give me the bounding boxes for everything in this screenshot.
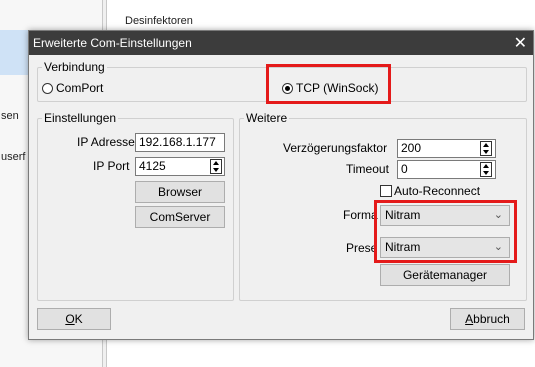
radio-tcp-winsock[interactable]: TCP (WinSock): [282, 81, 378, 95]
delay-factor-stepper[interactable]: [480, 141, 492, 156]
com-settings-dialog: Erweiterte Com-Einstellungen ✕ Verbindun…: [28, 30, 534, 340]
background-text-fragment-2: userf: [1, 151, 26, 163]
auto-reconnect-box[interactable]: [380, 185, 392, 197]
spin-down-icon[interactable]: [213, 168, 219, 172]
dialog-title: Erweiterte Com-Einstellungen: [33, 36, 192, 50]
preset-select[interactable]: Nitram ⌄: [380, 237, 510, 258]
delay-factor-label: Verzögerungsfaktor: [283, 141, 388, 155]
format-select-value: Nitram: [385, 208, 421, 222]
preset-label: Prese: [346, 241, 378, 255]
preset-select-value: Nitram: [385, 240, 421, 254]
radio-comport-indicator[interactable]: [42, 82, 53, 94]
ip-port-stepper[interactable]: [210, 159, 222, 174]
radio-tcp-label: TCP (WinSock): [296, 81, 379, 95]
ip-address-input[interactable]: 192.168.1.177: [135, 133, 225, 152]
radio-tcp-indicator[interactable]: [282, 82, 293, 94]
spin-up-icon[interactable]: [483, 164, 489, 168]
radio-comport[interactable]: ComPort: [42, 81, 103, 95]
einstellungen-legend: Einstellungen: [44, 111, 117, 125]
geraetemanager-button[interactable]: Gerätemanager: [380, 264, 510, 286]
radio-comport-label: ComPort: [56, 81, 104, 95]
dialog-titlebar[interactable]: Erweiterte Com-Einstellungen ✕: [29, 31, 533, 55]
abbruch-button-label: bbruch: [473, 312, 510, 326]
weitere-legend: Weitere: [246, 111, 288, 125]
ok-button-label: K: [74, 312, 83, 326]
auto-reconnect-checkbox[interactable]: Auto-Reconnect: [380, 184, 480, 198]
spin-up-icon[interactable]: [213, 161, 219, 165]
comserver-button[interactable]: ComServer: [135, 206, 225, 228]
chevron-down-icon: ⌄: [493, 209, 503, 221]
background-text-fragment-1: sen: [1, 110, 19, 122]
ip-address-label: IP Adresse: [77, 135, 135, 149]
ok-button[interactable]: OK: [37, 308, 111, 330]
abbruch-button[interactable]: Abbruch: [450, 308, 525, 330]
timeout-label: Timeout: [346, 162, 389, 176]
timeout-stepper[interactable]: [480, 162, 492, 177]
spin-up-icon[interactable]: [483, 143, 489, 147]
browser-button[interactable]: Browser: [135, 181, 225, 203]
format-label: Forma: [343, 208, 378, 222]
background-text-desinfektoren: Desinfektoren: [125, 15, 193, 27]
ip-port-label: IP Port: [93, 159, 130, 173]
auto-reconnect-label: Auto-Reconnect: [394, 184, 481, 198]
close-icon[interactable]: ✕: [514, 33, 527, 53]
ok-button-mnemonic: O: [65, 312, 75, 326]
verbindung-legend: Verbindung: [44, 60, 105, 74]
spin-down-icon[interactable]: [483, 150, 489, 154]
abbruch-button-mnemonic: A: [465, 312, 474, 326]
chevron-down-icon: ⌄: [493, 241, 503, 253]
format-select[interactable]: Nitram ⌄: [380, 205, 510, 226]
spin-down-icon[interactable]: [483, 171, 489, 175]
